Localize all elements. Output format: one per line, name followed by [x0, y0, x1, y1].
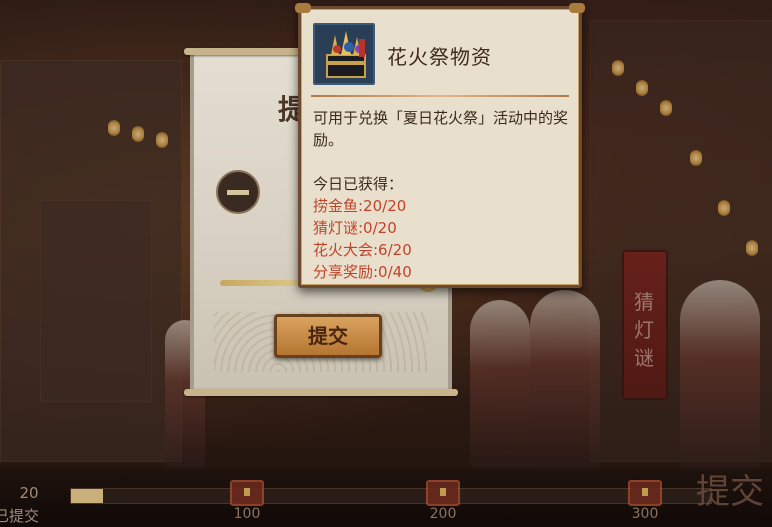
- lantern-icon: [636, 80, 648, 96]
- character-figure: [470, 300, 530, 470]
- submit-progress-bar: [70, 488, 712, 504]
- item-tooltip: 花火祭物资 可用于兑换「夏日花火祭」活动中的奖励。 今日已获得： 捞金鱼:20/…: [295, 3, 585, 288]
- today-obtained-label: 今日已获得：: [313, 175, 404, 193]
- lantern-icon: [746, 240, 758, 256]
- reward-chest-icon[interactable]: [628, 480, 662, 506]
- milestone-label: 100: [233, 506, 261, 522]
- lantern-icon: [718, 200, 730, 216]
- submitted-count: 20: [19, 484, 39, 502]
- lantern-icon: [108, 120, 120, 136]
- lantern-riddle-banner[interactable]: 猜灯谜: [622, 250, 668, 400]
- stat-goldfish: 捞金鱼:20/20: [313, 197, 407, 215]
- reward-chest-icon[interactable]: [426, 480, 460, 506]
- lantern-icon: [690, 150, 702, 166]
- submit-progress-fill: [71, 489, 103, 503]
- character-figure: [680, 280, 760, 470]
- item-name: 花火祭物资: [387, 45, 492, 69]
- reward-chest-icon[interactable]: [230, 480, 264, 506]
- submitted-label: 已提交: [0, 507, 40, 525]
- stat-lantern-riddle: 猜灯谜:0/20: [313, 219, 397, 237]
- minus-icon: [227, 190, 249, 195]
- item-description: 可用于兑换「夏日花火祭」活动中的奖励。: [313, 109, 569, 149]
- firework-supply-icon: [313, 23, 375, 85]
- submit-button[interactable]: 提交: [274, 314, 382, 358]
- banner-label: 猜灯谜: [634, 290, 654, 370]
- lantern-icon: [612, 60, 624, 76]
- submit-corner-text: 提交: [696, 472, 764, 512]
- stat-firework-show: 花火大会:6/20: [313, 241, 412, 259]
- background-shelf: [40, 200, 152, 402]
- ornament-corner: [569, 3, 585, 13]
- decrease-button[interactable]: [216, 170, 260, 214]
- festival-background: 猜灯谜 提 提交 花火祭物资 可用于兑换「夏日花火祭」活动中的奖励。 今日已获得…: [0, 0, 772, 527]
- milestone-label: 200: [429, 506, 457, 522]
- milestone-label: 300: [631, 506, 659, 522]
- scroll-bottom-rod: [184, 389, 458, 396]
- ornament-corner: [295, 3, 311, 13]
- daily-stats-list: 捞金鱼:20/20 猜灯谜:0/20 花火大会:6/20 分享奖励:0/40: [313, 195, 412, 283]
- lantern-icon: [660, 100, 672, 116]
- tooltip-divider: [311, 95, 569, 97]
- lantern-icon: [156, 132, 168, 148]
- stat-share-reward: 分享奖励:0/40: [313, 263, 412, 281]
- character-figure: [530, 290, 600, 470]
- lantern-icon: [132, 126, 144, 142]
